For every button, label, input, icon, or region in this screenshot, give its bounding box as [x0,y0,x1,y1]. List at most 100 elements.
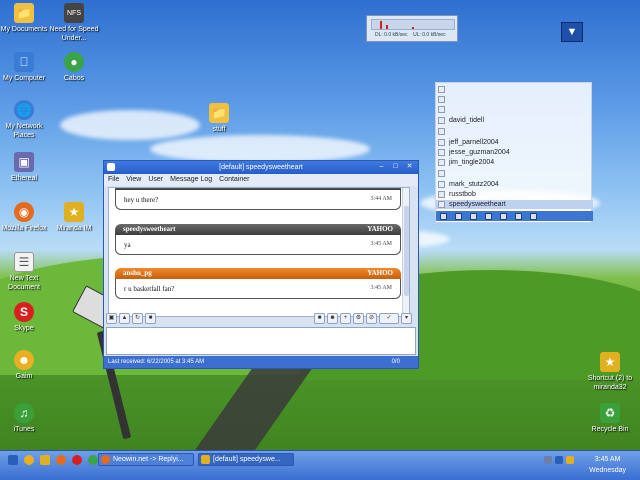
desktop-icon-miranda-im[interactable]: ★ Miranda IM [46,202,102,233]
send-options-icon[interactable]: ▾ [401,312,412,324]
contact-name: russtbob [449,191,476,198]
contact-name: jesse_guzman2004 [449,149,510,156]
skype-icon[interactable] [72,455,82,465]
desktop-icon-my-documents[interactable]: 📁 My Documents [0,3,52,34]
desktop-icon-skype[interactable]: S Skype [0,302,52,333]
info-icon[interactable]: ■ [314,312,325,324]
cancel-icon[interactable]: ⊘ [366,312,377,324]
message-protocol: YAHOO [367,225,393,233]
contact-item[interactable]: russtbob [436,190,593,199]
chevron-down-icon[interactable]: ▼ [561,22,583,42]
group-icon [438,128,445,135]
send-button[interactable]: ✓ [379,312,399,324]
contact-group-row[interactable] [436,127,593,136]
menu-message-log[interactable]: Message Log [170,174,212,186]
desktop-icon-my-network-places[interactable]: 🌐 My Network Places [0,100,52,140]
minimize-icon[interactable]: – [376,162,387,172]
close-icon[interactable]: ✕ [404,162,415,172]
contact-item[interactable]: jeff_parnell2004 [436,138,593,147]
desktop-icon-itunes[interactable]: ♫ iTunes [0,403,52,434]
desktop-icon-gaim[interactable]: ☻ Gaim [0,350,52,381]
show-desktop-icon[interactable] [8,455,18,465]
add-contact-icon[interactable]: + [340,312,351,324]
message-header: speedysweetheart YAHOO [115,224,401,235]
menu-user[interactable]: User [148,174,163,186]
tray-volume-icon[interactable] [555,456,563,464]
contact-list-toolbar [436,211,593,221]
menu-container[interactable]: Container [219,174,249,186]
desktop-icon-need-for-speed[interactable]: NFS Need for Speed Under... [46,3,102,43]
firefox-icon[interactable] [56,455,66,465]
desktop-icon-my-computer[interactable]: ⎕ My Computer [0,52,52,83]
contact-item[interactable]: mark_stutz2004 [436,180,593,189]
status-icon[interactable] [455,212,462,220]
contact-status-icon [438,191,445,198]
desktop-icon-new-text-document[interactable]: ☰ New Text Document [0,252,52,292]
maximize-icon[interactable]: □ [390,162,401,172]
message-time: 3:45 AM [370,285,392,291]
system-tray [544,456,574,464]
network-graph [371,19,455,30]
desktop-icon-mozilla-firefox[interactable]: ◉ Mozilla Firefox [0,202,52,233]
taskbar-clock[interactable]: 3:45 AM Wednesday [589,454,626,476]
status-icon[interactable]: ▲ [119,312,130,324]
chat-window-title: [default] speedysweetheart [219,164,303,171]
contact-name: mark_stutz2004 [449,181,499,188]
sounds-icon[interactable] [515,212,522,220]
tray-network-icon[interactable] [544,456,552,464]
desktop-icon-stuff[interactable]: 📁 stuff [191,103,247,134]
contact-item[interactable]: jim_tingle2004 [436,158,593,167]
contact-status-icon [438,201,445,208]
miranda-icon: ★ [600,352,620,372]
options-icon[interactable] [485,212,492,220]
message-log[interactable]: hey u there? 3:44 AM speedysweetheart YA… [108,187,410,317]
contact-item[interactable]: jesse_guzman2004 [436,148,593,157]
contact-group-row[interactable] [436,169,593,178]
group-icon [438,86,445,93]
message-time: 3:45 AM [370,241,392,247]
clock-day: Wednesday [589,467,626,474]
skype-icon: S [14,302,34,322]
taskbar-button-chat[interactable]: [default] speedyswe... [198,453,294,466]
contact-group-row[interactable] [436,95,593,104]
history-icon[interactable]: ↻ [132,312,143,324]
tray-miranda-icon[interactable] [566,456,574,464]
menu-file[interactable]: File [108,174,119,186]
computer-icon: ⎕ [14,52,34,72]
scrollbar-thumb[interactable] [404,206,409,296]
groups-icon[interactable] [500,212,507,220]
menu-icon[interactable] [440,212,447,220]
taskbar-button-neowin[interactable]: Neowin.net -> Replyi... [98,453,194,466]
contact-item-selected[interactable]: speedysweetheart [436,200,593,209]
message-input[interactable] [107,328,415,354]
user-details-icon[interactable]: ☻ [327,312,338,324]
desktop-icon-ethereal[interactable]: ▣ Ethereal [0,152,52,183]
miranda-icon: ★ [64,202,84,222]
cabos-icon[interactable] [88,455,98,465]
lock-icon[interactable]: ■ [145,312,156,324]
desktop-icon-cabos[interactable]: ● Cabos [46,52,102,83]
desktop-icon-miranda-shortcut[interactable]: ★ Shortcut (2) to miranda32 [581,352,639,392]
menu-view[interactable]: View [126,174,141,186]
contact-group-row[interactable] [436,85,593,94]
chat-window-titlebar[interactable]: [default] speedysweetheart – □ ✕ [104,161,418,174]
task-label: Neowin.net -> Replyi... [113,456,184,463]
gaim-icon[interactable] [24,455,34,465]
contact-item[interactable]: david_tidell [436,116,593,125]
message-text: ya [124,241,131,249]
desktop-icon-recycle-bin[interactable]: ♻ Recycle Bin [581,403,639,434]
firefox-icon: ◉ [14,202,34,222]
offline-icon[interactable] [530,212,537,220]
ethereal-icon: ▣ [14,152,34,172]
message-log-scrollbar[interactable] [402,188,409,316]
settings-icon[interactable]: ⚙ [353,312,364,324]
contact-group-row[interactable] [436,105,593,114]
find-icon[interactable] [470,212,477,220]
protocol-icon[interactable]: ▣ [106,312,117,324]
message-input-box[interactable] [106,327,416,355]
contact-name: jim_tingle2004 [449,159,495,166]
contact-status-icon [438,139,445,146]
message-item: speedysweetheart YAHOO ya 3:45 AM [115,224,401,255]
miranda-icon[interactable] [40,455,50,465]
message-text: hey u there? [124,196,159,204]
